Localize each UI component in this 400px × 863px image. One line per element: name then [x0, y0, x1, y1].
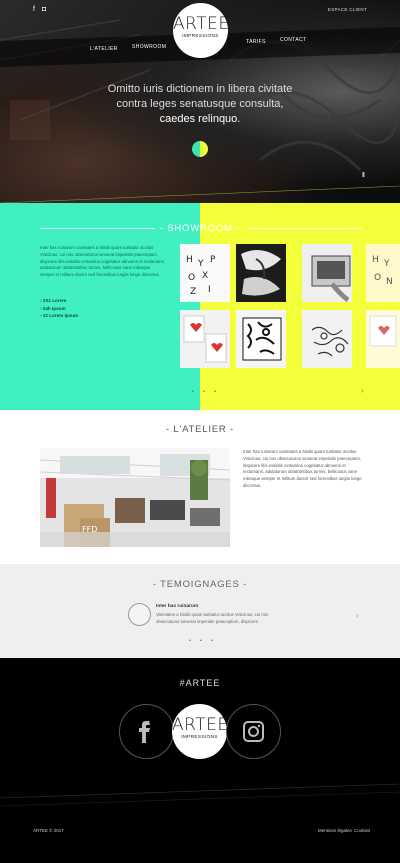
- facebook-icon: [139, 721, 150, 743]
- showroom-pagination[interactable]: • • •: [192, 389, 220, 395]
- scroll-down-button[interactable]: [192, 141, 208, 157]
- instagram-button[interactable]: [226, 704, 281, 759]
- logo-sub: IMPRESSIONS: [181, 735, 218, 740]
- gallery-tile[interactable]: HYON: [366, 244, 400, 302]
- svg-text:P: P: [210, 255, 216, 265]
- temoignages-section: - TEMOIGNAGES - Inter has ruinarum Varie…: [0, 564, 400, 658]
- nav-tarifs[interactable]: TARIFS: [246, 39, 266, 45]
- gallery-tile[interactable]: [236, 310, 286, 368]
- hero-tagline: Omitto iuris dictionem in libera civitat…: [100, 82, 300, 127]
- svg-text:H: H: [186, 255, 193, 265]
- gallery-tile[interactable]: [302, 244, 352, 302]
- list-item: - 12 Lorem Ipsum: [40, 313, 79, 318]
- nav-showroom[interactable]: SHOWROOM: [132, 44, 166, 50]
- title-rule-right: [247, 228, 362, 229]
- nav-atelier[interactable]: L'ATELIER: [90, 46, 118, 52]
- svg-text:Y: Y: [197, 259, 204, 269]
- gallery-tile[interactable]: [180, 310, 230, 368]
- chevron-right-icon[interactable]: ›: [356, 611, 359, 620]
- title-rule-left: [40, 228, 155, 229]
- hero-line-1: Omitto iuris dictionem in libera civitat…: [107, 83, 293, 95]
- svg-text:O: O: [188, 273, 195, 283]
- hero-divider: [0, 185, 400, 203]
- chevron-right-icon[interactable]: ›: [361, 386, 364, 395]
- showroom-section: - SHOWROOM - Inter has ruinarum varietat…: [0, 203, 400, 410]
- logo-name: ARTEE: [172, 715, 229, 735]
- copyright: ARTEE © 2017: [33, 828, 64, 833]
- gallery-tile[interactable]: HYP OXZ I: [180, 244, 230, 302]
- facebook-button[interactable]: [119, 704, 174, 759]
- testimonial-pagination[interactable]: • • •: [189, 638, 217, 644]
- logo-sub: IMPRESSIONS: [182, 34, 219, 39]
- hero-line-2: contra leges senatusque consulta,: [116, 98, 284, 110]
- atelier-title: - L'ATELIER -: [166, 424, 234, 435]
- gallery-tile[interactable]: [236, 244, 286, 302]
- list-item: - 24h Ipsum: [40, 305, 66, 311]
- svg-text:O: O: [374, 273, 381, 283]
- nav-contact[interactable]: CONTACT: [280, 37, 307, 43]
- logo-name: ARTEE: [173, 14, 230, 34]
- footer: #ARTEE ARTEE IMPRESSIONS ARTEE © 2017 Me…: [0, 658, 400, 863]
- pause-icon[interactable]: II: [362, 172, 365, 179]
- instagram-icon: [243, 721, 264, 742]
- svg-text:H: H: [372, 255, 379, 265]
- svg-text:N: N: [386, 277, 393, 287]
- gallery-tile[interactable]: [302, 310, 352, 368]
- mentions-legales-link[interactable]: Mentions légales: [318, 828, 352, 833]
- hashtag: #ARTEE: [179, 678, 221, 688]
- testimonial-name: Inter has ruinarum: [156, 604, 199, 609]
- footer-logo[interactable]: ARTEE IMPRESSIONS: [172, 704, 229, 759]
- list-item: - 2X1 Lorem: [40, 298, 67, 303]
- hero-line-3: caedes relinquo.: [159, 113, 241, 125]
- temoignages-title: - TEMOIGNAGES -: [152, 579, 248, 590]
- testimonial-text: Varietates a Nisibi quam tuebatur accitu…: [156, 612, 269, 624]
- showroom-list: - 2X1 Lorem - 24h Ipsum - 12 Lorem Ipsum: [40, 297, 160, 320]
- atelier-section: - L'ATELIER - FFD Inter has ruinarum var…: [0, 410, 400, 564]
- svg-text:X: X: [202, 271, 208, 281]
- svg-text:Z: Z: [190, 287, 196, 297]
- footer-divider: [0, 783, 400, 807]
- gallery-tile[interactable]: [366, 310, 400, 368]
- showroom-paragraph: Inter has ruinarum varietates a Nisibi q…: [40, 245, 165, 278]
- cookies-link[interactable]: Cookies: [354, 828, 370, 833]
- avatar: [128, 603, 151, 626]
- instagram-icon[interactable]: ◘: [42, 6, 46, 13]
- svg-text:Y: Y: [383, 259, 390, 269]
- header-logo[interactable]: ARTEE IMPRESSIONS: [173, 3, 230, 58]
- hero-section: f ◘ ESPACE CLIENT L'ATELIER SHOWROOM TAR…: [0, 0, 400, 203]
- espace-client-link[interactable]: ESPACE CLIENT: [328, 7, 367, 12]
- atelier-paragraph: Inter has ruinarum varietates a Nisibi q…: [243, 449, 362, 488]
- facebook-icon[interactable]: f: [33, 6, 35, 13]
- atelier-photo: FFD: [40, 448, 230, 547]
- svg-text:I: I: [208, 285, 211, 295]
